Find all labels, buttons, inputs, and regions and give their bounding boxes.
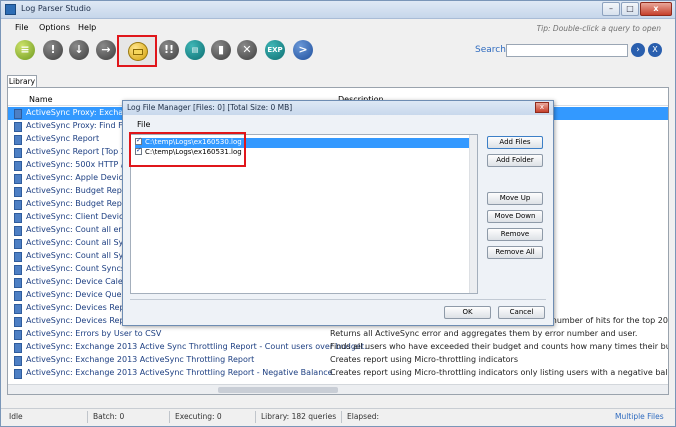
search-clear-button[interactable]: X — [648, 43, 662, 57]
query-description: Creates report using Micro-throttling in… — [330, 355, 518, 364]
close-button[interactable]: x — [640, 2, 672, 16]
status-idle: Idle — [9, 412, 23, 421]
error-icon[interactable]: ! — [43, 40, 63, 60]
ok-button[interactable]: OK — [444, 306, 491, 319]
query-icon — [14, 148, 22, 158]
query-description: Creates report using Micro-throttling in… — [330, 368, 669, 377]
query-icon — [14, 187, 22, 197]
chart-icon[interactable]: ▮ — [211, 40, 231, 60]
minimize-button[interactable]: – — [602, 2, 620, 16]
query-icon — [14, 265, 22, 275]
status-batch: Batch: 0 — [93, 412, 125, 421]
query-name: ActiveSync: Exchange 2013 ActiveSync Thr… — [26, 368, 333, 377]
cancel-button[interactable]: Cancel — [498, 306, 545, 319]
query-icon — [14, 109, 22, 119]
horizontal-scrollbar[interactable] — [8, 384, 668, 394]
dialog-menu-file[interactable]: File — [137, 120, 150, 129]
query-icon — [14, 213, 22, 223]
query-name: ActiveSync: Count all Syncs — [26, 251, 137, 260]
download-icon[interactable]: ↓ — [69, 40, 89, 60]
status-library-count: Library: 182 queries — [261, 412, 337, 421]
table-row[interactable]: ActiveSync: Exchange 2013 ActiveSync Thr… — [8, 354, 668, 367]
query-icon — [14, 239, 22, 249]
table-row[interactable]: ActiveSync: Exchange 2013 Active Sync Th… — [8, 341, 668, 354]
query-name: ActiveSync: Exchange 2013 Active Sync Th… — [26, 342, 367, 351]
query-icon — [14, 343, 22, 353]
query-name: ActiveSync: Client Device G — [26, 212, 138, 221]
add-files-button[interactable]: Add Files — [487, 136, 543, 149]
query-icon — [14, 135, 22, 145]
move-down-button[interactable]: Move Down — [487, 210, 543, 223]
query-icon — [14, 278, 22, 288]
stop-icon[interactable]: !! — [159, 40, 179, 60]
query-icon — [14, 122, 22, 132]
menu-options[interactable]: Options — [39, 23, 70, 32]
dialog-divider — [130, 299, 546, 300]
query-icon — [14, 304, 22, 314]
column-header-name[interactable]: Name — [29, 95, 53, 104]
query-icon — [14, 356, 22, 366]
query-name: ActiveSync: Device Query — [26, 290, 130, 299]
query-icon — [14, 252, 22, 262]
query-description: Finds all users who have exceeded their … — [330, 342, 668, 351]
open-log-folder-icon — [128, 42, 148, 61]
query-name: ActiveSync Report [Top 20] — [26, 147, 135, 156]
dialog-title: Log File Manager [Files: 0] [Total Size:… — [127, 103, 293, 112]
export-icon[interactable]: EXP — [265, 40, 285, 60]
remove-all-button[interactable]: Remove All — [487, 246, 543, 259]
app-icon — [5, 4, 16, 15]
search-label: Search: — [475, 45, 509, 55]
query-icon — [14, 174, 22, 184]
query-description: Returns all ActiveSync error and aggrega… — [330, 329, 638, 338]
table-row[interactable]: ActiveSync: Exchange 2013 ActiveSync Thr… — [8, 367, 668, 380]
maximize-button[interactable]: □ — [621, 2, 639, 16]
open-log-folder-button[interactable] — [117, 35, 157, 67]
tip-text: Tip: Double-click a query to open — [536, 24, 661, 33]
dialog-close-button[interactable]: x — [535, 102, 549, 113]
query-name: ActiveSync: Count all errors — [26, 225, 137, 234]
menu-file[interactable]: File — [15, 23, 28, 32]
query-name: ActiveSync: Devices Report — [26, 303, 136, 312]
query-name: ActiveSync: Budget Report — [26, 186, 134, 195]
search-go-button[interactable]: › — [631, 43, 645, 57]
status-elapsed: Elapsed: — [347, 412, 379, 421]
files-highlight-box — [129, 132, 246, 167]
menu-help[interactable]: Help — [78, 23, 96, 32]
title-bar[interactable]: Log Parser Studio – □ x — [1, 1, 675, 19]
query-icon — [14, 226, 22, 236]
query-icon — [14, 161, 22, 171]
window-title: Log Parser Studio — [21, 4, 91, 13]
remove-button[interactable]: Remove — [487, 228, 543, 241]
status-multiple-files[interactable]: Multiple Files — [615, 412, 664, 421]
file-list-scrollbar[interactable] — [469, 135, 477, 293]
cancel-icon[interactable]: ✕ — [237, 40, 257, 60]
document-icon[interactable]: ▤ — [185, 40, 205, 60]
query-name: ActiveSync: Budget Report — [26, 199, 134, 208]
forward-arrow-icon[interactable]: → — [96, 40, 116, 60]
search-input[interactable] — [506, 44, 628, 57]
move-up-button[interactable]: Move Up — [487, 192, 543, 205]
query-name: ActiveSync: Exchange 2013 ActiveSync Thr… — [26, 355, 255, 364]
query-name: ActiveSync: Count all Syncs — [26, 238, 137, 247]
query-icon — [14, 291, 22, 301]
add-folder-button[interactable]: Add Folder — [487, 154, 543, 167]
app-window: Log Parser Studio – □ x File Options Hel… — [0, 0, 676, 427]
query-icon — [14, 200, 22, 210]
status-executing: Executing: 0 — [175, 412, 222, 421]
new-query-icon[interactable]: ≡ — [15, 40, 35, 60]
query-name: ActiveSync: Errors by User to CSV — [26, 329, 162, 338]
query-name: ActiveSync Proxy: Find Field — [26, 121, 137, 130]
dialog-title-bar[interactable]: Log File Manager [Files: 0] [Total Size:… — [123, 101, 553, 115]
query-icon — [14, 317, 22, 327]
powershell-icon[interactable]: > — [293, 40, 313, 60]
status-bar: Idle Batch: 0 Executing: 0 Library: 182 … — [1, 408, 675, 426]
table-row[interactable]: ActiveSync: Errors by User to CSV Returns… — [8, 328, 668, 341]
query-icon — [14, 330, 22, 340]
query-icon — [14, 369, 22, 379]
query-name: ActiveSync Report — [26, 134, 100, 143]
